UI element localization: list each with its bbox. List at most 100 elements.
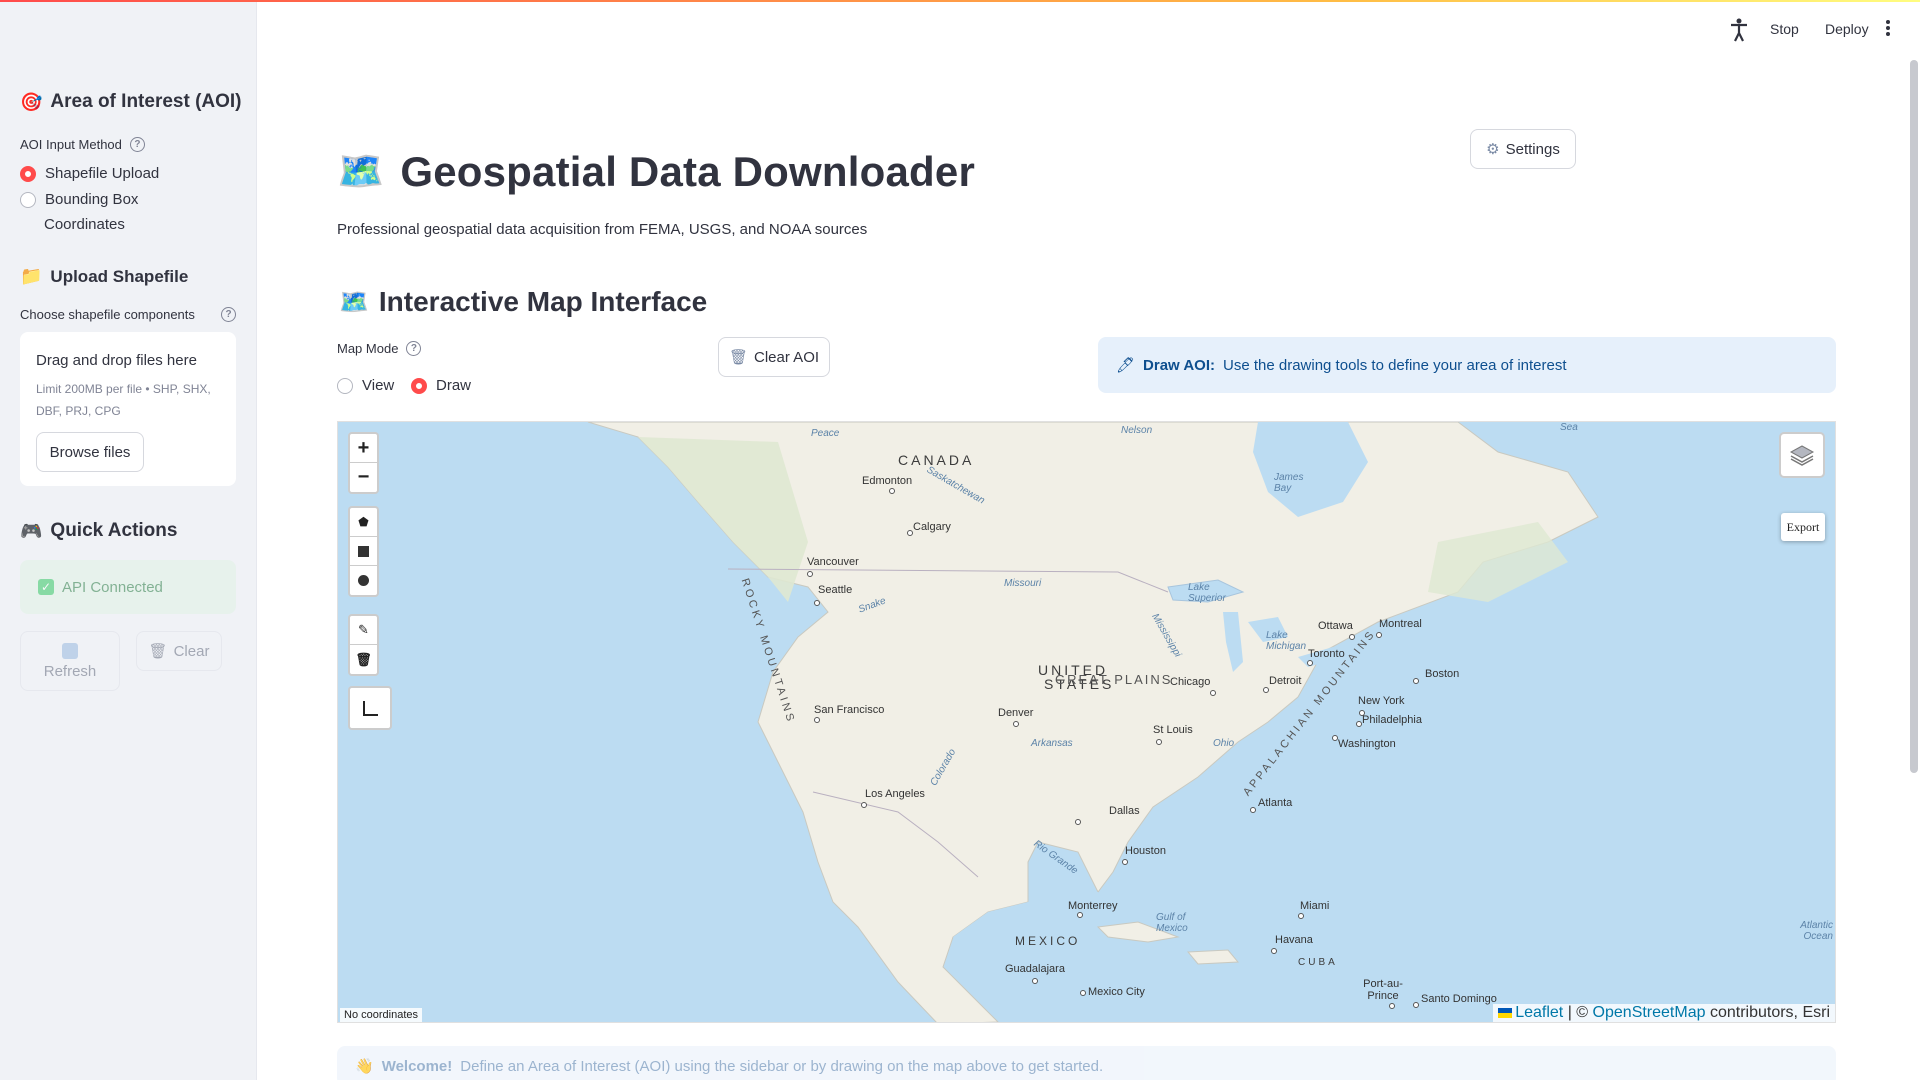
- clear-label: Clear: [173, 642, 210, 660]
- radio-unselected-icon[interactable]: [20, 192, 36, 208]
- gear-icon: ⚙: [1486, 141, 1500, 158]
- clear-button[interactable]: 🗑 Clear: [136, 631, 222, 671]
- city-dot: [1376, 632, 1382, 638]
- coordinates-display: No coordinates: [340, 1008, 422, 1022]
- fullscreen-tool: [348, 686, 392, 730]
- info-alert: 🖊 Draw AOI: Use the drawing tools to def…: [1098, 337, 1836, 393]
- map-label-arkansas: Arkansas: [1031, 738, 1073, 749]
- city-dot: [1122, 859, 1128, 865]
- map-label-lake-michigan: Lake Michigan: [1266, 630, 1307, 652]
- leaflet-link[interactable]: Leaflet: [1515, 1004, 1563, 1021]
- info-bold: Draw AOI:: [1143, 356, 1215, 374]
- help-icon[interactable]: ?: [221, 307, 236, 322]
- radio-unselected-icon[interactable]: [337, 378, 353, 394]
- wave-hand-icon: 👋: [355, 1058, 374, 1075]
- page-title: 🗺️ Geospatial Data Downloader: [337, 148, 975, 196]
- layers-icon: [1789, 445, 1815, 466]
- attribution-separator: | ©: [1567, 1004, 1589, 1021]
- deploy-button[interactable]: Deploy: [1825, 21, 1869, 37]
- city-dot: [1032, 978, 1038, 984]
- map-label-nelson: Nelson: [1121, 425, 1153, 436]
- city-new-york: New York: [1358, 695, 1405, 707]
- section-title: 🗺️ Interactive Map Interface: [339, 286, 707, 318]
- city-seattle: Seattle: [818, 584, 853, 596]
- map-mode-label: Map Mode ?: [337, 341, 422, 356]
- osm-link[interactable]: OpenStreetMap: [1593, 1004, 1706, 1021]
- file-dropzone[interactable]: Drag and drop files here Limit 200MB per…: [20, 332, 236, 486]
- layers-button[interactable]: [1779, 432, 1825, 478]
- section-title-text: Interactive Map Interface: [378, 286, 708, 317]
- accessibility-icon[interactable]: [1729, 18, 1749, 42]
- city-dot: [814, 600, 820, 606]
- export-button[interactable]: Export: [1781, 513, 1825, 541]
- game-controller-icon: 🎮: [20, 520, 43, 541]
- trash-icon: 🗑: [148, 643, 168, 660]
- target-icon: 🎯: [20, 91, 43, 112]
- welcome-alert: 👋 Welcome! Define an Area of Interest (A…: [337, 1046, 1836, 1080]
- attribution-text: contributors, Esri: [1709, 1004, 1830, 1021]
- kebab-menu-icon[interactable]: [1886, 20, 1890, 36]
- city-dot: [1210, 690, 1216, 696]
- aoi-input-label-text: AOI Input Method: [20, 137, 122, 152]
- stop-button[interactable]: Stop: [1770, 21, 1799, 37]
- edit-layers-button[interactable]: ✎: [350, 616, 377, 645]
- map-mode-draw[interactable]: Draw: [411, 377, 471, 394]
- zoom-out-button[interactable]: −: [350, 463, 377, 492]
- top-decoration-bar: [0, 0, 1920, 2]
- clear-aoi-button[interactable]: 🗑 Clear AOI: [718, 337, 830, 377]
- city-dot: [1298, 913, 1304, 919]
- clear-aoi-label: Clear AOI: [754, 348, 820, 366]
- zoom-in-button[interactable]: +: [350, 434, 377, 463]
- trash-icon: 🗑: [355, 651, 372, 667]
- world-map-icon: 🗺️: [339, 288, 369, 316]
- radio-selected-icon[interactable]: [20, 166, 36, 182]
- interactive-map[interactable]: CANADA UNITED STATES MEXICO CUBA GREAT P…: [337, 421, 1836, 1023]
- aoi-heading: 🎯 Area of Interest (AOI): [20, 91, 242, 113]
- map-basemap: [587, 422, 1599, 1022]
- help-icon[interactable]: ?: [406, 341, 422, 356]
- map-label-james-bay: James Bay: [1274, 472, 1304, 494]
- radio-selected-icon[interactable]: [411, 378, 427, 394]
- aoi-option-coords[interactable]: Coordinates: [44, 216, 125, 233]
- upload-heading-text: Upload Shapefile: [50, 266, 189, 286]
- check-icon: ✓: [38, 579, 54, 595]
- ukraine-flag-icon: [1498, 1008, 1513, 1018]
- refresh-button[interactable]: Refresh: [20, 631, 120, 691]
- city-washington: Washington: [1338, 738, 1396, 750]
- city-dot: [1271, 948, 1277, 954]
- city-houston: Houston: [1125, 845, 1166, 857]
- page-scrollbar[interactable]: [1910, 60, 1918, 773]
- city-vancouver: Vancouver: [807, 556, 859, 568]
- city-atlanta: Atlanta: [1258, 797, 1293, 809]
- delete-layers-button[interactable]: 🗑: [350, 645, 377, 674]
- folder-icon: 📁: [20, 266, 43, 286]
- map-label-canada: CANADA: [898, 452, 975, 468]
- city-miami: Miami: [1300, 900, 1330, 912]
- fullscreen-button[interactable]: [350, 688, 390, 728]
- city-dot: [1263, 687, 1269, 693]
- draw-circle-button[interactable]: [350, 566, 377, 595]
- quick-actions-text: Quick Actions: [50, 520, 178, 541]
- welcome-bold: Welcome!: [381, 1057, 453, 1075]
- map-label-mexico: MEXICO: [1015, 934, 1081, 948]
- settings-label: Settings: [1505, 140, 1560, 158]
- settings-button[interactable]: ⚙ Settings: [1470, 129, 1576, 169]
- city-dallas: Dallas: [1109, 805, 1140, 817]
- help-icon[interactable]: ?: [129, 137, 145, 152]
- aoi-option-shapefile[interactable]: Shapefile Upload: [20, 165, 159, 182]
- polygon-icon: ⬟: [358, 515, 369, 529]
- city-dot: [1349, 634, 1355, 640]
- map-mode-view[interactable]: View: [337, 377, 394, 394]
- aoi-option-bbox[interactable]: Bounding Box: [20, 191, 138, 208]
- draw-polygon-button[interactable]: ⬟: [350, 508, 377, 537]
- city-detroit: Detroit: [1269, 675, 1302, 687]
- map-mode-option-label: View: [362, 377, 395, 394]
- aoi-input-label: AOI Input Method ?: [20, 137, 145, 152]
- draw-rectangle-button[interactable]: [350, 537, 377, 566]
- refresh-label: Refresh: [43, 662, 97, 680]
- browse-files-button[interactable]: Browse files: [36, 432, 144, 472]
- aoi-option-label: Coordinates: [44, 216, 125, 233]
- city-dot: [861, 802, 867, 808]
- city-dot: [1413, 1002, 1419, 1008]
- aoi-option-label: Bounding Box: [45, 191, 139, 208]
